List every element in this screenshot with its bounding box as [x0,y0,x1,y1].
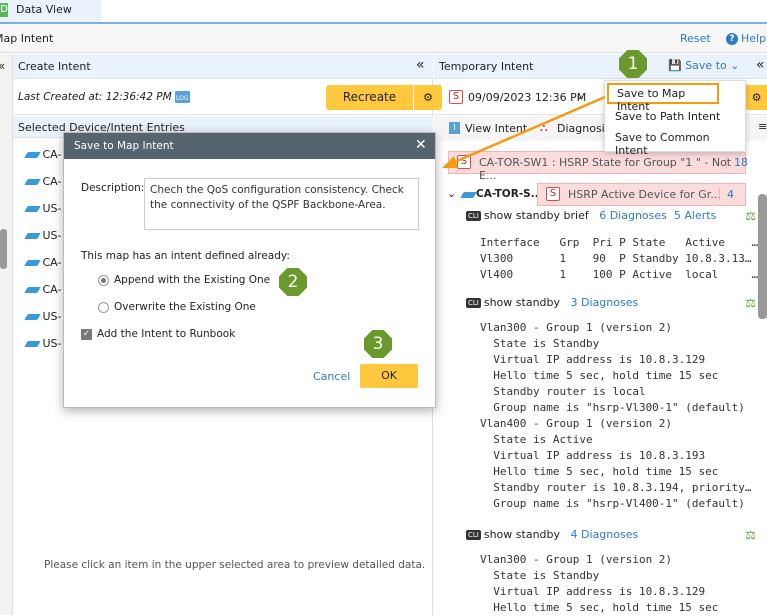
device-icon [24,341,41,347]
append-label[interactable]: Append with the Existing One [114,274,270,286]
device-icon [24,314,41,320]
cli-output: Vlan300 - Group 1 (version 2) State is S… [480,321,752,510]
log-icon[interactable]: LOG [175,91,190,103]
s-badge: S [546,187,560,201]
append-radio[interactable] [98,275,109,286]
device-icon [460,192,477,198]
step-badge: 2 [279,268,307,296]
cli-command: CLI show standby brief 6 Diagnoses 5 Aler… [466,209,756,223]
device-icon [24,179,41,185]
step-badge: 1 [619,50,647,78]
expand-chevron-icon[interactable]: ⌄ [447,187,456,200]
scrollbar[interactable] [758,194,767,319]
tab-bar: D Data View [0,0,767,22]
recreate-label: Recreate [342,90,397,104]
existing-intent-text: This map has an intent defined already: [81,250,290,262]
ok-button[interactable]: OK [360,364,418,388]
settings-button[interactable]: ⚙ [744,85,767,110]
runbook-label[interactable]: Add the Intent to Runbook [97,328,235,340]
alerts-link[interactable]: 5 Alerts [674,209,716,222]
menu-item-save-to-map-intent[interactable]: Save to Map Intent [607,83,719,113]
page-title: Map Intent [0,32,54,45]
overwrite-label[interactable]: Overwrite the Existing One [114,301,256,313]
overwrite-radio[interactable] [98,302,109,313]
close-icon[interactable]: ✕ [415,137,427,153]
tab-label: Data View [16,3,72,16]
dialog-header: Save to Map Intent ✕ [64,133,435,159]
description-label: Description: [81,182,145,194]
cli-icon: CLI [466,298,481,308]
device-icon [24,152,41,158]
cancel-button[interactable]: Cancel [313,370,350,383]
compare-icon[interactable]: ⚖ [745,528,756,542]
save-to-map-intent-dialog: Save to Map Intent ✕ Description: Chech … [63,132,436,408]
device-icon [24,206,41,212]
page-header: Map Intent Reset ? Help [0,24,767,53]
device-name[interactable]: CA-TOR-S... [476,188,543,200]
collapse-icon[interactable]: « [416,57,425,73]
compare-icon[interactable]: ⚖ [745,209,756,223]
cli-command: CLI show standby 3 Diagnoses ⚖ [466,296,756,310]
tab-data-view[interactable]: D Data View [0,0,101,22]
diagnoses-link[interactable]: 4 Diagnoses [571,528,639,541]
create-toolbar: Last Created at: 12:36:42 PM LOG Recreat… [13,80,442,115]
ok-label: OK [381,369,397,382]
alert-text: HSRP Active Device for Gr... [568,188,721,201]
help-link[interactable]: Help [741,32,766,45]
menu-item-save-to-common-intent[interactable]: Save to Common Intent [615,131,745,157]
help-icon[interactable]: ? [726,33,738,45]
collapse-icon[interactable]: « [0,59,5,73]
alert-count: 4 [719,188,734,201]
left-strip: « [0,54,13,615]
device-icon [24,233,41,239]
device-icon [24,260,41,266]
step-badge: 3 [364,330,392,358]
save-to-menu: Save to Map Intent Save to Path Intent S… [604,80,746,157]
diagnoses-link[interactable]: 3 Diagnoses [571,296,639,309]
panel-title: Create Intent [18,60,91,73]
cli-command: CLI show standby 4 Diagnoses ⚖ [466,528,756,542]
reset-button[interactable]: Reset [680,32,711,45]
scrollbar[interactable] [0,229,7,269]
compare-icon[interactable]: ⚖ [745,296,756,310]
menu-icon[interactable]: ≡ [758,120,767,133]
dialog-title: Save to Map Intent [74,140,174,152]
data-view-icon: D [0,3,8,17]
description-field[interactable]: Chech the QoS configuration consistency.… [144,178,419,230]
collapse-icon[interactable]: « [756,57,765,73]
recreate-button[interactable]: Recreate [326,85,413,110]
device-icon [24,287,41,293]
arrow-annotation [442,95,606,168]
cli-icon: CLI [466,211,481,221]
alert-count: 18 [726,156,748,169]
cli-icon: CLI [466,530,481,540]
cli-output: Interface Grp Pri P State Active … Vl300… [480,236,759,281]
menu-item-save-to-path-intent[interactable]: Save to Path Intent [615,110,720,123]
runbook-checkbox[interactable]: ✓ [81,329,92,340]
last-created: Last Created at: 12:36:42 PM [18,91,172,103]
panel-title: Temporary Intent [439,60,534,73]
preview-hint: Please click an item in the upper select… [44,559,426,571]
diagnoses-link[interactable]: 6 Diagnoses [599,209,667,222]
alert-row[interactable]: S HSRP Active Device for Gr... 4 [537,183,746,206]
save-to-button[interactable]: 💾 Save to ⌄ [668,59,739,72]
cli-output: Vlan300 - Group 1 (version 2) State is S… [480,553,719,614]
